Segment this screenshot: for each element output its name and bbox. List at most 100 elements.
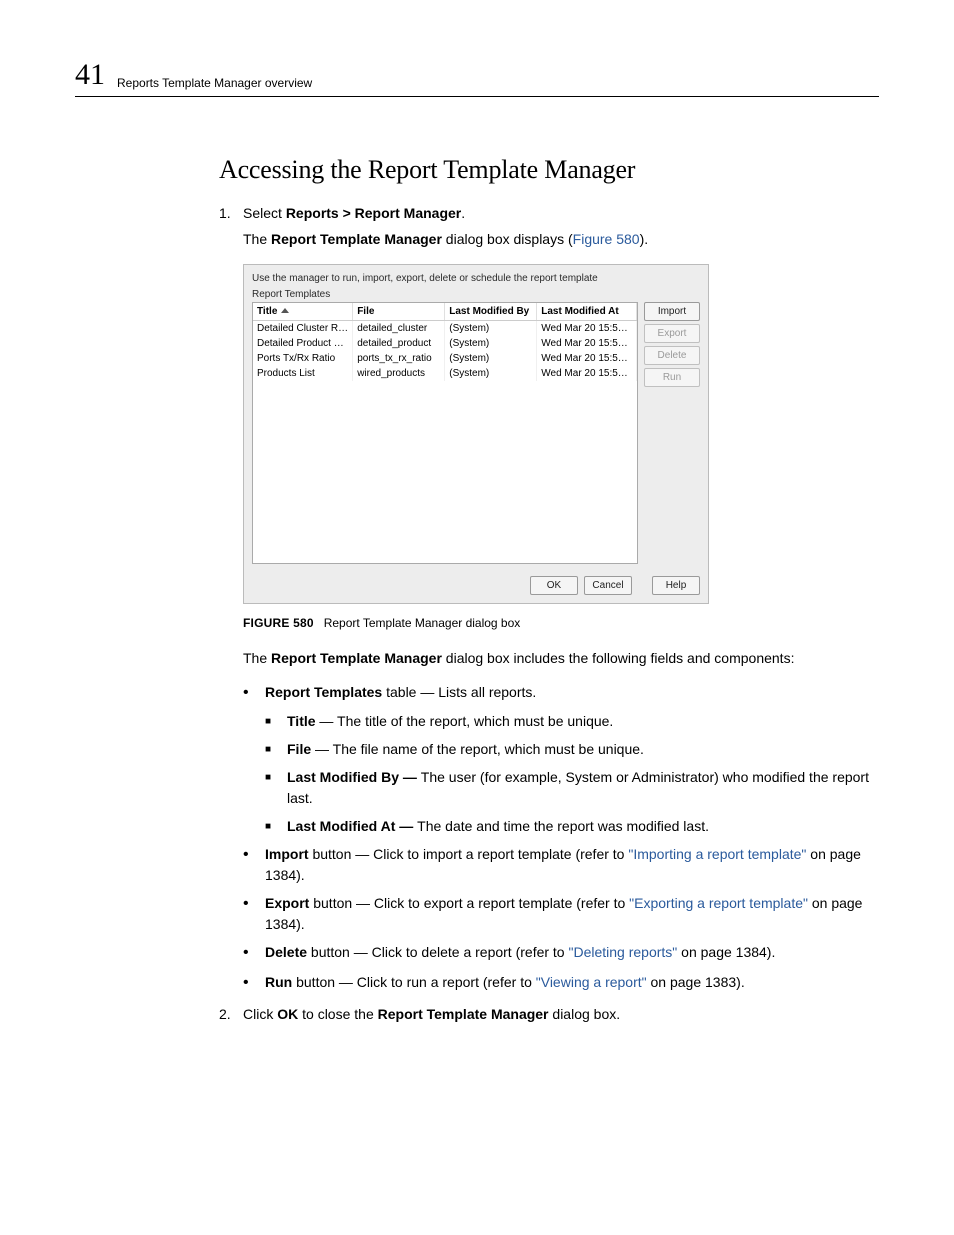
step-2-name: Report Template Manager [378, 1006, 549, 1022]
export-button[interactable]: Export [644, 324, 700, 343]
figure-caption: FIGURE 580 Report Template Manager dialo… [243, 616, 879, 630]
export-text: button — Click to export a report templa… [309, 895, 629, 911]
bullet-last-modified-by: Last Modified By — The user (for example… [265, 767, 879, 809]
delete-link[interactable]: "Deleting reports" [569, 944, 678, 960]
intro-a: The [243, 650, 271, 666]
run-text: button — Click to run a report (refer to [292, 974, 536, 990]
run-button[interactable]: Run [644, 368, 700, 387]
cell-file: detailed_cluster [353, 320, 445, 336]
rt-label: Report Templates [265, 684, 382, 700]
delete-text: button — Click to delete a report (refer… [307, 944, 568, 960]
file-text: — The file name of the report, which mus… [311, 741, 644, 757]
bullet-last-modified-at: Last Modified At — The date and time the… [265, 816, 879, 837]
export-label: Export [265, 895, 309, 911]
step-1-text-c: . [461, 205, 465, 221]
lma-label: Last Modified At — [287, 818, 417, 834]
import-label: Import [265, 846, 309, 862]
cell-modat: Wed Mar 20 15:59:26 M... [537, 320, 637, 336]
step-1-result: The Report Template Manager dialog box d… [243, 229, 879, 249]
bullet-run: Run button — Click to run a report (refe… [243, 972, 879, 994]
table-row[interactable]: Detailed Product Report detailed_product… [253, 336, 637, 351]
bullet-delete: Delete button — Click to delete a report… [243, 942, 879, 964]
step-2: 2. Click OK to close the Report Template… [219, 1004, 879, 1024]
delete-label: Delete [265, 944, 307, 960]
bullet-import: Import button — Click to import a report… [243, 844, 879, 886]
bullet-title: Title — The title of the report, which m… [265, 711, 879, 732]
step-1-text-a: Select [243, 205, 286, 221]
step-2-number: 2. [219, 1004, 243, 1024]
cell-modby: (System) [445, 336, 537, 351]
step-1-result-name: Report Template Manager [271, 231, 442, 247]
import-button[interactable]: Import [644, 302, 700, 321]
col-title-label: Title [257, 306, 277, 317]
step-1-result-a: The [243, 231, 271, 247]
cell-file: wired_products [353, 366, 445, 381]
bullet-file: File — The file name of the report, whic… [265, 739, 879, 760]
intro-c: dialog box includes the following fields… [442, 650, 795, 666]
export-link[interactable]: "Exporting a report template" [629, 895, 808, 911]
dialog-instruction: Use the manager to run, import, export, … [252, 273, 700, 284]
title-text: — The title of the report, which must be… [316, 713, 614, 729]
step-1-result-c: dialog box displays ( [442, 231, 573, 247]
table-row[interactable]: Ports Tx/Rx Ratio ports_tx_rx_ratio (Sys… [253, 351, 637, 366]
report-template-manager-dialog: Use the manager to run, import, export, … [243, 264, 709, 604]
dialog-group-label: Report Templates [252, 289, 700, 300]
bullet-export: Export button — Click to export a report… [243, 893, 879, 935]
step-1-result-d: ). [640, 231, 649, 247]
lma-text: The date and time the report was modifie… [417, 818, 709, 834]
help-button[interactable]: Help [652, 576, 700, 595]
col-modified-at[interactable]: Last Modified At [537, 303, 637, 321]
col-modified-by[interactable]: Last Modified By [445, 303, 537, 321]
cell-modby: (System) [445, 351, 537, 366]
import-text: button — Click to import a report templa… [309, 846, 629, 862]
title-label: Title [287, 713, 316, 729]
file-label: File [287, 741, 311, 757]
cell-modat: Wed Mar 20 15:59:26 M... [537, 336, 637, 351]
step-2-ok: OK [277, 1006, 298, 1022]
figure-caption-label: FIGURE 580 [243, 616, 314, 630]
bullet-icon [243, 682, 265, 704]
col-file[interactable]: File [353, 303, 445, 321]
step-1-menu-path: Reports > Report Manager [286, 205, 461, 221]
section-heading: Accessing the Report Template Manager [219, 155, 879, 185]
bullet-icon [243, 942, 265, 964]
col-title[interactable]: Title [253, 303, 353, 321]
bullet-square-icon [265, 739, 287, 760]
bullet-square-icon [265, 767, 287, 809]
bullet-square-icon [265, 711, 287, 732]
bullet-report-templates: Report Templates table — Lists all repor… [243, 682, 879, 704]
report-templates-table: Title File Last Modified By Last Modifie… [252, 302, 638, 564]
step-2-e: dialog box. [549, 1006, 621, 1022]
bullet-icon [243, 972, 265, 994]
step-2-c: to close the [298, 1006, 377, 1022]
cell-modat: Wed Mar 20 15:59:26 M... [537, 351, 637, 366]
bullet-square-icon [265, 816, 287, 837]
cell-title: Products List [253, 366, 353, 381]
table-row[interactable]: Products List wired_products (System) We… [253, 366, 637, 381]
table-row[interactable]: Detailed Cluster Report detailed_cluster… [253, 320, 637, 336]
sort-asc-icon [281, 308, 289, 313]
cell-modby: (System) [445, 320, 537, 336]
intro-name: Report Template Manager [271, 650, 442, 666]
cell-title: Detailed Cluster Report [253, 320, 353, 336]
figure-link[interactable]: Figure 580 [573, 231, 640, 247]
cell-title: Detailed Product Report [253, 336, 353, 351]
cancel-button[interactable]: Cancel [584, 576, 632, 595]
page-header: 41 Reports Template Manager overview [75, 60, 879, 97]
run-link[interactable]: "Viewing a report" [536, 974, 647, 990]
delete-suffix: on page 1384). [677, 944, 775, 960]
cell-file: ports_tx_rx_ratio [353, 351, 445, 366]
bullet-icon [243, 893, 265, 935]
bullet-icon [243, 844, 265, 886]
header-title: Reports Template Manager overview [117, 76, 312, 90]
figure-caption-text: Report Template Manager dialog box [324, 616, 521, 630]
cell-title: Ports Tx/Rx Ratio [253, 351, 353, 366]
step-2-a: Click [243, 1006, 277, 1022]
import-link[interactable]: "Importing a report template" [628, 846, 806, 862]
step-1: 1. Select Reports > Report Manager. [219, 203, 879, 223]
ok-button[interactable]: OK [530, 576, 578, 595]
cell-file: detailed_product [353, 336, 445, 351]
delete-button[interactable]: Delete [644, 346, 700, 365]
page-number: 41 [75, 60, 105, 90]
cell-modat: Wed Mar 20 15:59:26 M... [537, 366, 637, 381]
